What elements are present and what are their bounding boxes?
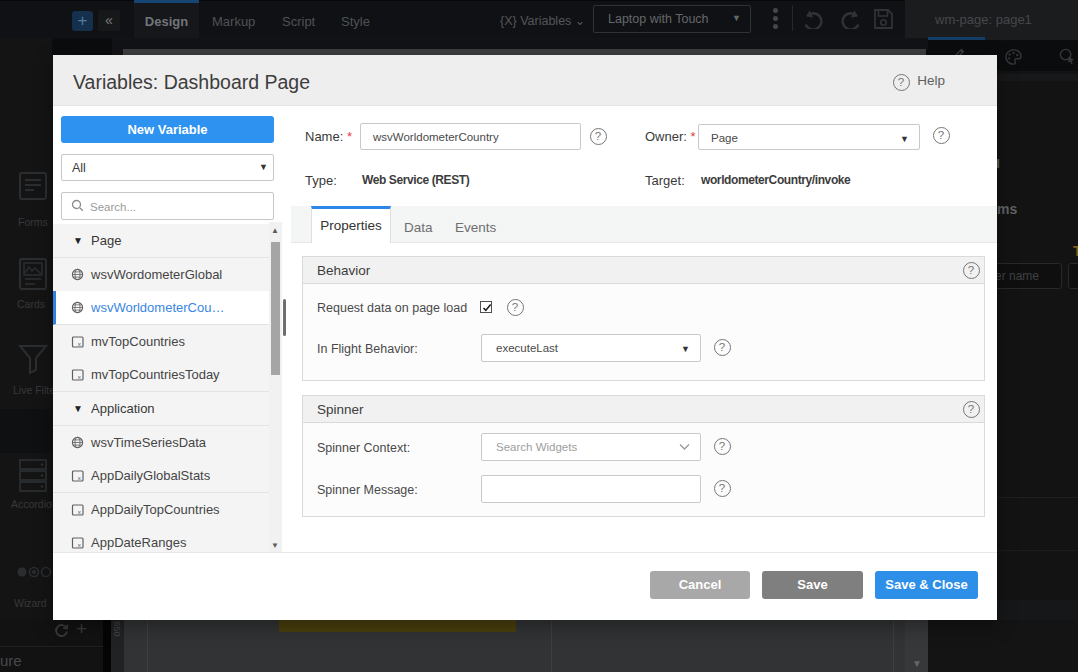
svg-text:x: x — [78, 340, 82, 347]
svg-text:x: x — [78, 373, 82, 380]
svg-text:x: x — [78, 474, 82, 481]
svg-text:x: x — [78, 508, 82, 515]
svg-text:x: x — [78, 541, 82, 548]
